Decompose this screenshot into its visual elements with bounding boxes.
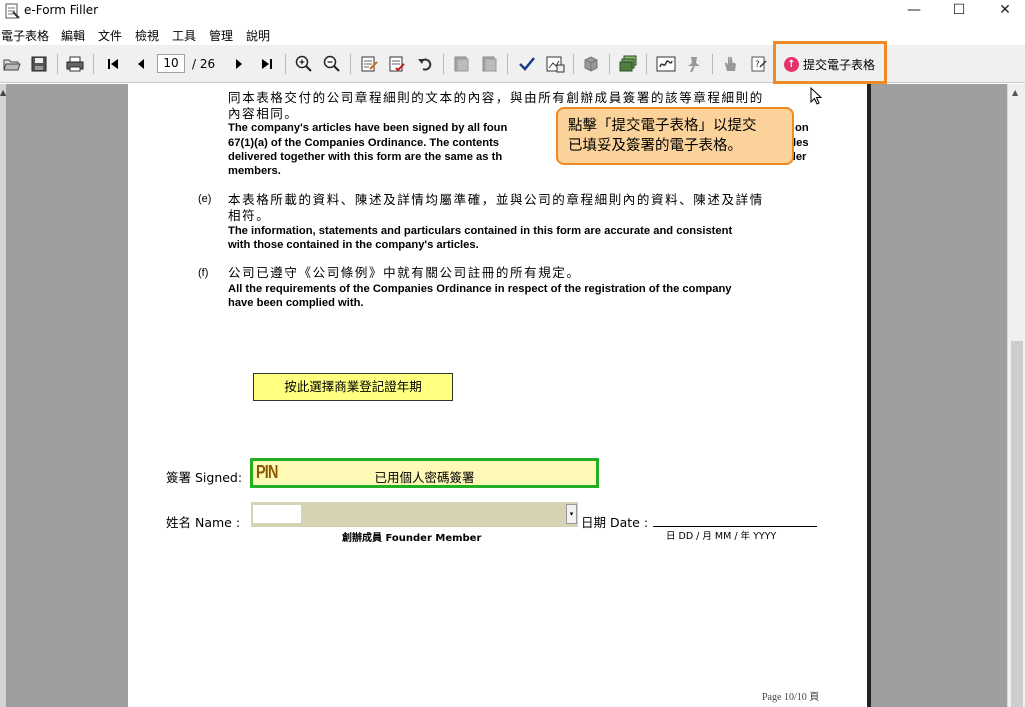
prev-form-icon[interactable]	[451, 54, 471, 74]
select-br-year-button[interactable]: 按此選擇商業登記證年期	[253, 373, 453, 401]
zoom-in-icon[interactable]	[294, 54, 314, 74]
para-d-en-1-end: on	[795, 122, 809, 134]
window-title: e-Form Filler	[24, 3, 99, 17]
para-e-en-1: The information, statements and particul…	[228, 225, 733, 237]
next-page-icon[interactable]	[229, 54, 249, 74]
menu-help[interactable]: 說明	[246, 27, 270, 44]
para-e-zh-2: 相符。	[228, 208, 271, 223]
layers-icon[interactable]	[618, 54, 638, 74]
submit-hint-callout: 點擊「提交電子表格」以提交 已填妥及簽署的電子表格。	[556, 107, 794, 165]
callout-line-2: 已填妥及簽署的電子表格。	[568, 138, 742, 154]
submit-eform-label: 提交電子表格	[803, 58, 876, 72]
date-label: 日期 Date :	[581, 515, 649, 530]
attachment-icon[interactable]	[545, 54, 565, 74]
left-panel-strip[interactable]	[0, 84, 6, 707]
page-footer: Page 10/10 頁	[762, 692, 820, 703]
app-icon	[5, 3, 20, 19]
collapse-arrow-icon[interactable]: ▲	[0, 88, 6, 97]
vertical-scrollbar[interactable]: ▲	[1007, 84, 1025, 707]
undo-icon[interactable]	[415, 54, 435, 74]
menu-document[interactable]: 文件	[98, 27, 122, 44]
next-form-icon[interactable]	[479, 54, 499, 74]
check-form-icon[interactable]	[387, 54, 407, 74]
para-f-en-1: All the requirements of the Companies Or…	[228, 283, 732, 295]
title-bar: e-Form Filler — ☐ ✕	[0, 0, 1025, 22]
signature-field[interactable]: PIN 已用個人密碼簽署	[250, 458, 599, 488]
scroll-up-icon[interactable]: ▲	[1012, 88, 1018, 97]
page-total: / 26	[192, 57, 216, 71]
para-d-en-3: delivered together with this form are th…	[228, 151, 503, 163]
para-e-zh-1: 本表格所載的資料、陳述及詳情均屬準確，並與公司的章程細則內的資料、陳述及詳情	[228, 192, 764, 207]
signed-status-text: 已用個人密碼簽署	[374, 470, 475, 485]
pin-icon[interactable]	[684, 54, 704, 74]
print-icon[interactable]	[65, 54, 85, 74]
minimize-button[interactable]: —	[891, 0, 937, 22]
para-f-zh: 公司已遵守《公司條例》中就有關公司註冊的所有規定。	[228, 265, 581, 280]
edit-form-icon[interactable]	[359, 54, 379, 74]
viewer-background-left	[0, 84, 128, 707]
para-d-en-2: 67(1)(a) of the Companies Ordinance. The…	[228, 137, 500, 149]
menu-view[interactable]: 檢視	[135, 27, 159, 44]
prev-page-icon[interactable]	[131, 54, 151, 74]
founder-member-label: 創辦成員 Founder Member	[342, 533, 482, 544]
close-button[interactable]: ✕	[982, 0, 1025, 22]
submit-eform-button[interactable]: ↑ 提交電子表格	[773, 41, 887, 84]
help-icon[interactable]: ?	[749, 54, 769, 74]
name-label: 姓名 Name :	[166, 515, 241, 530]
para-d-zh-1: 同本表格交付的公司章程細則的文本的內容，與由所有創辦成員簽署的該等章程細則的	[228, 90, 764, 105]
date-format-hint: 日 DD / 月 MM / 年 YYYY	[666, 531, 777, 542]
name-dropdown[interactable]: ▾	[251, 502, 578, 527]
para-d-en-2-end: les	[793, 137, 809, 149]
cube-icon[interactable]	[581, 54, 601, 74]
zoom-out-icon[interactable]	[322, 54, 342, 74]
hand-icon[interactable]	[721, 54, 741, 74]
para-e-en-2: with those contained in the company's ar…	[228, 239, 479, 251]
sign-icon[interactable]	[656, 54, 676, 74]
para-d-zh-2: 內容相同。	[228, 106, 299, 121]
menu-eform[interactable]: 電子表格	[1, 27, 49, 44]
para-d-en-1: The company's articles have been signed …	[228, 122, 508, 134]
save-icon[interactable]	[29, 54, 49, 74]
scroll-thumb[interactable]	[1011, 341, 1023, 707]
page-number-input[interactable]: 10	[157, 54, 185, 73]
maximize-button[interactable]: ☐	[936, 0, 982, 22]
callout-line-1: 點擊「提交電子表格」以提交	[568, 118, 757, 134]
open-icon[interactable]	[2, 54, 22, 74]
menu-edit[interactable]: 編輯	[61, 27, 85, 44]
mouse-cursor-icon	[810, 87, 823, 105]
para-f-en-2: have been complied with.	[228, 297, 364, 309]
upload-icon: ↑	[784, 57, 799, 72]
dropdown-arrow-icon[interactable]: ▾	[566, 504, 577, 524]
label-e: (e)	[198, 193, 212, 205]
date-field[interactable]	[653, 526, 817, 527]
name-value-area	[253, 505, 301, 523]
viewer-background-right	[871, 84, 1007, 707]
validate-icon[interactable]	[517, 54, 537, 74]
label-f: (f)	[198, 267, 209, 279]
last-page-icon[interactable]	[257, 54, 277, 74]
menu-tools[interactable]: 工具	[172, 27, 196, 44]
para-d-en-4: members.	[228, 165, 281, 177]
svg-text:?: ?	[755, 60, 760, 70]
signed-label: 簽署 Signed:	[166, 470, 243, 485]
first-page-icon[interactable]	[103, 54, 123, 74]
menu-manage[interactable]: 管理	[209, 27, 233, 44]
